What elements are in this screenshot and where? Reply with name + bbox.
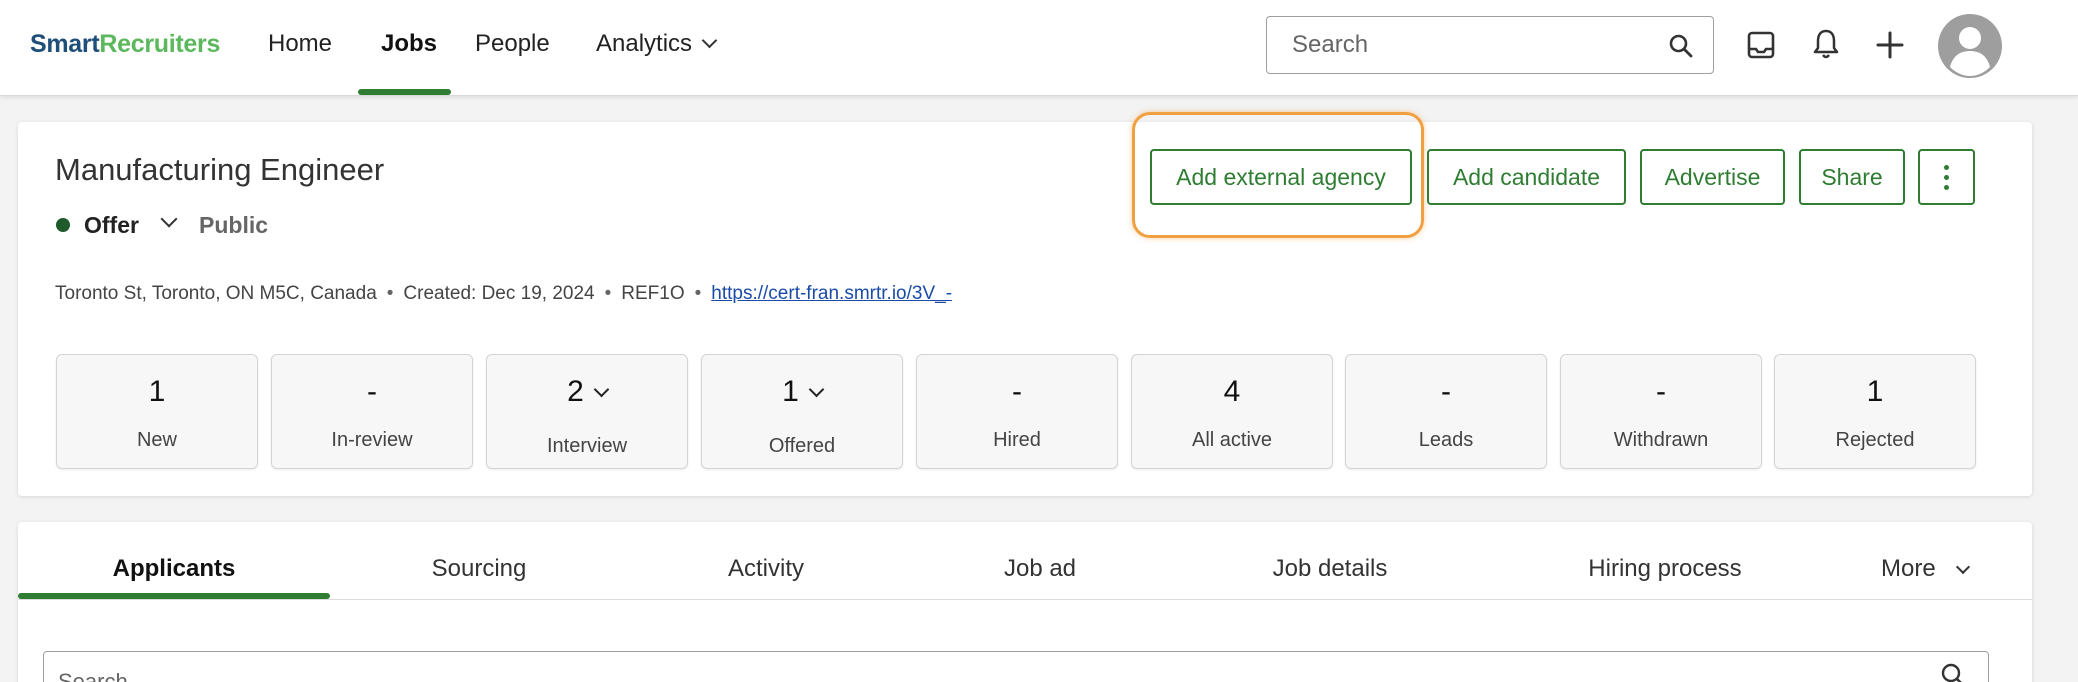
stat-value: 1 — [148, 375, 166, 408]
stat-label: In-review — [331, 429, 413, 451]
chevron-down-icon — [808, 381, 825, 398]
tab-sourcing[interactable]: Sourcing — [400, 555, 558, 583]
logo-text-smart: Smart — [30, 30, 100, 58]
nav-active-indicator — [358, 89, 451, 95]
stat-new[interactable]: 1 New — [56, 354, 258, 469]
stat-label: Offered — [768, 435, 836, 457]
advertise-button[interactable]: Advertise — [1640, 149, 1785, 205]
stat-value: 1 — [782, 375, 799, 408]
chevron-down-icon — [701, 32, 718, 49]
stat-label: All active — [1191, 429, 1273, 451]
stat-withdrawn[interactable]: - Withdrawn — [1560, 354, 1762, 469]
stat-label: New — [136, 429, 177, 451]
inbox-icon[interactable] — [1746, 30, 1776, 60]
stat-hired[interactable]: - Hired — [916, 354, 1118, 469]
search-icon[interactable] — [1668, 33, 1694, 59]
stat-label: Leads — [1418, 429, 1474, 451]
nav-jobs[interactable]: Jobs — [381, 30, 437, 58]
search-icon[interactable] — [1940, 662, 1966, 682]
tab-job-ad[interactable]: Job ad — [960, 555, 1120, 583]
stat-value: - — [1656, 375, 1666, 408]
job-created-date: Created: Dec 19, 2024 — [403, 283, 595, 304]
share-button[interactable]: Share — [1799, 149, 1905, 205]
job-location: Toronto St, Toronto, ON M5C, Canada — [55, 283, 377, 304]
tab-more-label: More — [1881, 555, 1936, 582]
tab-hiring-process[interactable]: Hiring process — [1560, 555, 1770, 583]
nav-people[interactable]: People — [475, 30, 550, 58]
stat-value: - — [1012, 375, 1022, 408]
stat-label: Interview — [546, 435, 628, 457]
nav-analytics[interactable]: Analytics — [596, 30, 718, 58]
stat-label: Withdrawn — [1613, 429, 1709, 451]
job-short-link[interactable]: https://cert-fran.smrtr.io/3V_- — [711, 283, 952, 304]
stat-value: - — [1441, 375, 1451, 408]
stat-label: Hired — [993, 429, 1041, 451]
stat-label: Rejected — [1835, 429, 1915, 451]
job-reference: REF1O — [621, 283, 685, 304]
tab-applicants[interactable]: Applicants — [18, 555, 330, 583]
chevron-down-icon — [1955, 559, 1970, 575]
tab-job-details[interactable]: Job details — [1240, 555, 1420, 583]
global-search-input[interactable] — [1266, 16, 1714, 74]
stat-leads[interactable]: - Leads — [1345, 354, 1547, 469]
stat-value-wrap: 2 — [487, 375, 687, 409]
bell-icon[interactable] — [1811, 28, 1841, 60]
smartrecruiters-logo[interactable]: SmartRecruiters — [30, 30, 220, 59]
kebab-menu-icon — [1944, 164, 1949, 190]
tab-more[interactable]: More — [1881, 555, 1970, 583]
stat-value: 1 — [1866, 375, 1884, 408]
nav-home[interactable]: Home — [268, 30, 332, 58]
job-meta: Toronto St, Toronto, ON M5C, Canada • Crea… — [55, 283, 952, 305]
avatar[interactable] — [1937, 13, 2003, 79]
logo-text-recruiters: Recruiters — [99, 30, 221, 58]
stat-value: 2 — [567, 375, 584, 408]
nav-analytics-label: Analytics — [596, 30, 693, 57]
add-candidate-button[interactable]: Add candidate — [1427, 149, 1626, 205]
tab-active-indicator — [18, 593, 330, 599]
stat-value-wrap: 1 — [702, 375, 902, 409]
stat-interview[interactable]: 2 Interview — [486, 354, 688, 469]
tab-bar-divider — [18, 599, 2032, 600]
job-visibility: Public — [199, 212, 269, 238]
stat-value: - — [367, 375, 377, 408]
meta-separator: • — [694, 283, 702, 304]
stat-value: 4 — [1223, 375, 1241, 408]
job-title: Manufacturing Engineer — [55, 152, 385, 187]
plus-icon[interactable] — [1876, 31, 1904, 59]
job-status[interactable]: Offer — [84, 212, 139, 239]
status-dot-icon — [56, 218, 70, 232]
applicants-search-input[interactable] — [43, 651, 1989, 682]
stat-all-active[interactable]: 4 All active — [1131, 354, 1333, 469]
more-actions-button[interactable] — [1918, 149, 1975, 205]
meta-separator: • — [604, 283, 612, 304]
tab-activity[interactable]: Activity — [690, 555, 842, 583]
add-external-agency-button[interactable]: Add external agency — [1150, 149, 1412, 205]
stat-offered[interactable]: 1 Offered — [701, 354, 903, 469]
meta-separator: • — [386, 283, 394, 304]
stat-in-review[interactable]: - In-review — [271, 354, 473, 469]
stat-rejected[interactable]: 1 Rejected — [1774, 354, 1976, 469]
chevron-down-icon — [593, 381, 610, 398]
